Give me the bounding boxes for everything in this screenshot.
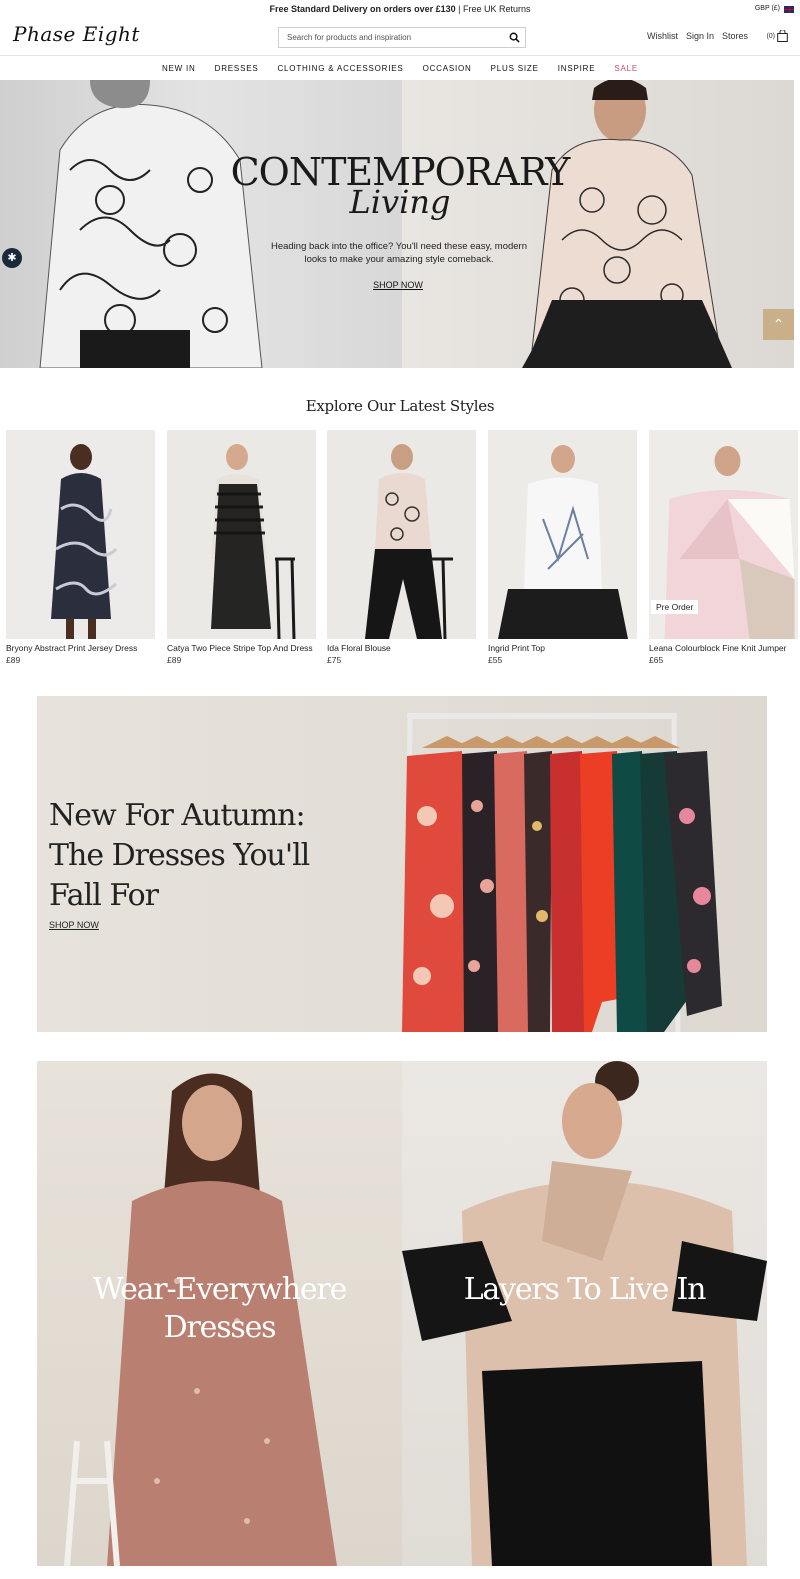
product-carousel: Bryony Abstract Print Jersey Dress £89 C…: [6, 430, 798, 680]
main-nav: NEW IN DRESSES CLOTHING & ACCESSORIES OC…: [0, 57, 800, 80]
nav-dresses[interactable]: DRESSES: [215, 57, 259, 80]
product-price: £55: [488, 655, 503, 665]
currency-selector[interactable]: GBP (£): [755, 0, 794, 18]
product-name[interactable]: Ingrid Print Top: [488, 643, 637, 654]
product-image[interactable]: [327, 430, 476, 639]
model-floral-blouse-image: [39, 80, 263, 368]
model-bryony-dress-image: [50, 444, 117, 639]
hero-script-title: Living: [349, 183, 451, 221]
product-image[interactable]: [167, 430, 316, 639]
model-print-blouse-image: [522, 80, 732, 368]
product-image[interactable]: [6, 430, 155, 639]
search-icon[interactable]: [509, 32, 520, 43]
autumn-shop-now-link[interactable]: SHOP NOW: [49, 920, 99, 930]
pre-order-badge: Pre Order: [651, 600, 699, 614]
search-input[interactable]: Search for products and inspiration: [278, 27, 526, 48]
product-name[interactable]: Bryony Abstract Print Jersey Dress: [6, 643, 155, 654]
wishlist-link[interactable]: Wishlist: [647, 31, 678, 41]
nav-new-in[interactable]: NEW IN: [162, 57, 196, 80]
promo-text-bold: Free Standard Delivery on orders over £1…: [269, 4, 456, 14]
nav-inspire[interactable]: INSPIRE: [558, 57, 596, 80]
product-name[interactable]: Leana Colourblock Fine Knit Jumper: [649, 643, 798, 654]
stores-link[interactable]: Stores: [722, 31, 748, 41]
nav-occasion[interactable]: OCCASION: [423, 57, 472, 80]
nav-sale[interactable]: SALE: [614, 57, 638, 80]
product-price: £65: [649, 655, 664, 665]
model-catya-dress-image: [210, 444, 295, 639]
product-price: £89: [167, 655, 182, 665]
back-to-top-icon[interactable]: ⌃: [763, 309, 794, 340]
hero-description: Heading back into the office? You'll nee…: [270, 241, 528, 265]
hero-image-right: [402, 80, 794, 368]
latest-styles-title: Explore Our Latest Styles: [305, 397, 495, 415]
product-name[interactable]: Ida Floral Blouse: [327, 643, 476, 654]
clothing-rack-image: [402, 713, 722, 1032]
promo-text: | Free UK Returns: [455, 4, 531, 14]
product-name[interactable]: Catya Two Piece Stripe Top And Dress: [167, 643, 316, 654]
header-links: Wishlist Sign In Stores: [647, 31, 748, 41]
product-card[interactable]: Bryony Abstract Print Jersey Dress £89: [6, 430, 155, 665]
layers-tile[interactable]: Layers To Live In: [402, 1061, 767, 1566]
shopping-bag-icon: [777, 30, 788, 42]
model-ingrid-top-image: [497, 445, 628, 639]
nav-plus-size[interactable]: PLUS SIZE: [491, 57, 539, 80]
product-image[interactable]: Pre Order: [649, 430, 798, 639]
product-price: £89: [6, 655, 21, 665]
hero-banner[interactable]: CONTEMPORARY Living Heading back into th…: [0, 80, 794, 368]
product-card[interactable]: Catya Two Piece Stripe Top And Dress £89: [167, 430, 316, 665]
bag-count: (0): [766, 32, 775, 40]
model-knit-wrap-image: [402, 1061, 767, 1566]
site-header: Phase Eight Search for products and insp…: [0, 18, 800, 56]
sign-in-link[interactable]: Sign In: [686, 31, 714, 41]
product-image[interactable]: [488, 430, 637, 639]
hero-image-left: [0, 80, 402, 368]
autumn-banner-title: New For Autumn: The Dresses You'll Fall …: [49, 798, 310, 913]
bag-button[interactable]: (0): [766, 30, 788, 42]
uk-flag-icon: [784, 5, 794, 13]
model-ida-blouse-image: [364, 444, 453, 639]
autumn-dresses-banner[interactable]: New For Autumn: The Dresses You'll Fall …: [37, 696, 767, 1032]
dresses-tile-title: Wear-Everywhere Dresses: [92, 1272, 347, 1345]
product-card[interactable]: Ida Floral Blouse £75: [327, 430, 476, 665]
currency-label: GBP (£): [754, 5, 780, 12]
dresses-tile[interactable]: Wear-Everywhere Dresses: [37, 1061, 402, 1566]
site-logo[interactable]: Phase Eight: [13, 22, 140, 46]
product-price: £75: [327, 655, 342, 665]
product-card[interactable]: Pre Order Leana Colourblock Fine Knit Ju…: [649, 430, 798, 665]
hero-shop-now-link[interactable]: SHOP NOW: [0, 280, 794, 290]
product-card[interactable]: Ingrid Print Top £55: [488, 430, 637, 665]
accessibility-icon[interactable]: ✱: [2, 248, 22, 268]
nav-clothing-accessories[interactable]: CLOTHING & ACCESSORIES: [277, 57, 403, 80]
category-tiles: Wear-Everywhere Dresses Layers To Live I…: [37, 1061, 767, 1566]
search-placeholder: Search for products and inspiration: [287, 33, 412, 42]
promo-bar: Free Standard Delivery on orders over £1…: [0, 0, 800, 18]
layers-tile-title: Layers To Live In: [463, 1272, 707, 1307]
